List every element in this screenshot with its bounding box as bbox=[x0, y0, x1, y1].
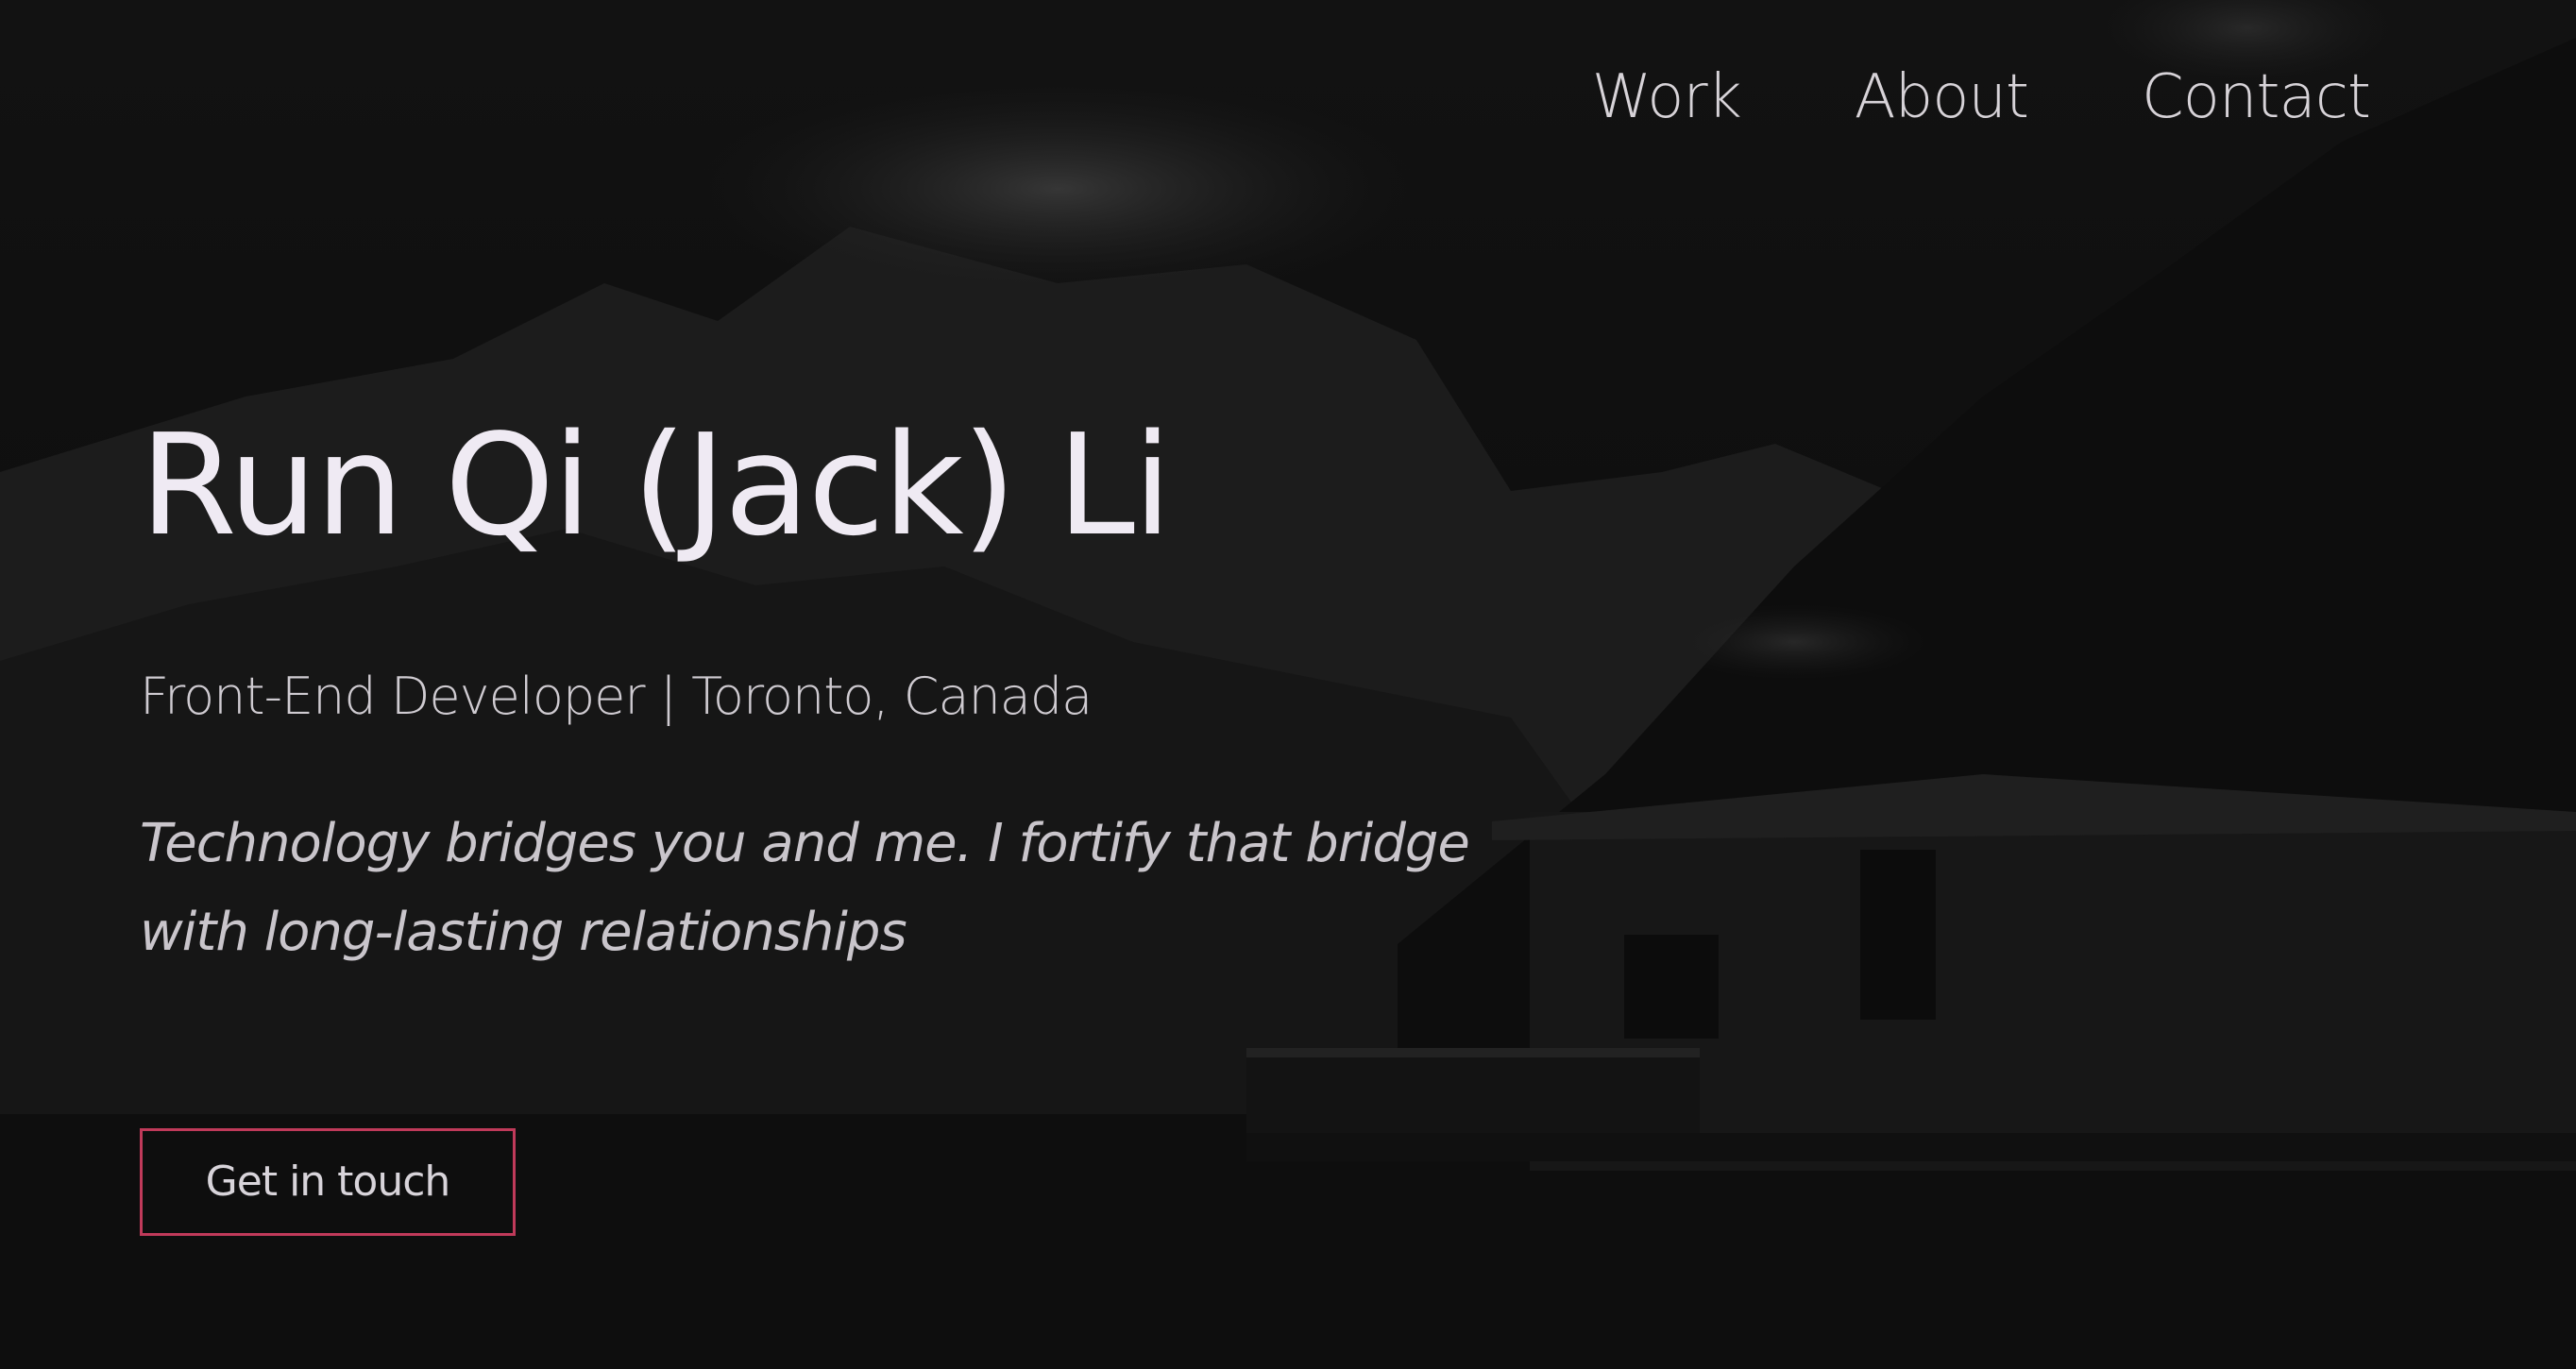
hero-subtitle: Front-End Developer | Toronto, Canada bbox=[140, 667, 1093, 726]
main-nav: Work About Contact bbox=[1592, 62, 2371, 132]
hero-section: Work About Contact Run Qi (Jack) Li Fron… bbox=[0, 0, 2576, 1369]
nav-link-contact[interactable]: Contact bbox=[2142, 62, 2371, 132]
nav-link-work[interactable]: Work bbox=[1592, 62, 1742, 132]
hero-tagline: Technology bridges you and me. I fortify… bbox=[140, 813, 1470, 963]
get-in-touch-button[interactable]: Get in touch bbox=[140, 1128, 516, 1236]
nav-link-about[interactable]: About bbox=[1855, 62, 2029, 132]
hero-content: Run Qi (Jack) Li Front-End Developer | T… bbox=[140, 415, 1518, 1236]
hero-title: Run Qi (Jack) Li bbox=[140, 404, 1172, 566]
